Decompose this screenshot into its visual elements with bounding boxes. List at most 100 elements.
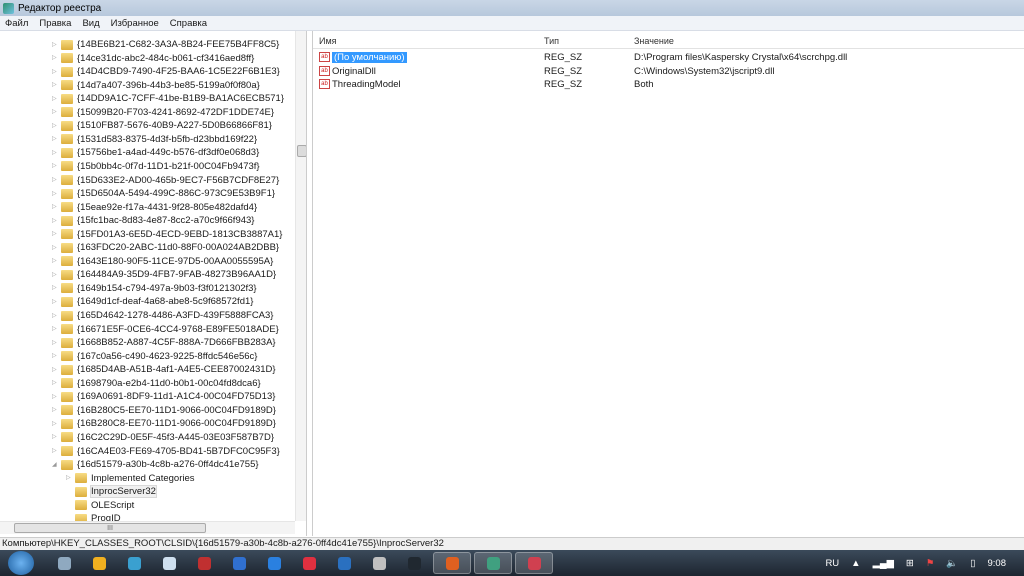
tree-key[interactable]: ◢ {16d51579-a30b-4c8b-a276-0ff4dc41e755} [52, 458, 259, 471]
values-list[interactable]: Имя Тип Значение ab (По умолчанию) REG_SZ D… [312, 31, 1024, 536]
taskbar-calculator-button[interactable] [153, 552, 185, 574]
taskbar-app9-button[interactable] [328, 552, 360, 574]
key-tree[interactable]: ▷ {14BE6B21-C682-3A3A-8B24-FEE75B4FF8C5} ▷… [0, 31, 307, 536]
expand-icon[interactable]: ▷ [52, 380, 58, 386]
expand-icon[interactable]: ▷ [52, 299, 58, 305]
tree-key[interactable]: ▷ {163FDC20-2ABC-11d0-88F0-00A024AB2DBB} [52, 241, 279, 254]
start-button[interactable] [8, 551, 34, 575]
expand-icon[interactable]: ▷ [52, 448, 58, 454]
column-value[interactable]: Значение [634, 36, 674, 46]
expand-icon[interactable]: ▷ [52, 82, 58, 88]
tree-horizontal-scrollbar[interactable]: III [0, 521, 295, 534]
expand-icon[interactable]: ▷ [52, 313, 58, 319]
tree-key[interactable]: ▷ {15eae92e-f17a-4431-9f28-805e482dafd4} [52, 201, 257, 214]
expand-icon[interactable]: ▷ [66, 475, 72, 481]
expand-icon[interactable]: ▷ [52, 150, 58, 156]
expand-icon[interactable]: ▷ [52, 109, 58, 115]
taskbar-regedit-button[interactable] [474, 552, 512, 574]
expand-icon[interactable]: ▷ [52, 434, 58, 440]
tree-key[interactable]: ▷ {14d7a407-396b-44b3-be85-5199a0f0f80a} [52, 79, 260, 92]
tree-key[interactable]: ▷ {16B280C8-EE70-11D1-9066-00C04FD9189D} [52, 417, 276, 430]
network-icon[interactable]: ▂▄▆ [873, 558, 894, 569]
tree-key[interactable]: ▷ {164484A9-35D9-4FB7-9FAB-48273B96AA1D} [52, 268, 276, 281]
tree-key[interactable]: ▷ {15D6504A-5494-499C-886C-973C9E53B9F1} [52, 187, 275, 200]
tree-key[interactable]: ▷ {1510FB87-5676-40B9-A227-5D0B66866F81} [52, 119, 272, 132]
expand-icon[interactable]: ▷ [52, 96, 58, 102]
tree-vertical-scrollbar[interactable] [295, 31, 306, 521]
tree-key[interactable]: ▷ {167c0a56-c490-4623-9225-8ffdc546e56c} [52, 350, 257, 363]
taskbar-firefox-button[interactable] [433, 552, 471, 574]
taskbar-app10-button[interactable] [363, 552, 395, 574]
expand-icon[interactable]: ▷ [52, 42, 58, 48]
tree-key[interactable]: ▷ {165D4642-1278-4486-A3FD-439F5888FCA3} [52, 309, 273, 322]
taskbar-app3-button[interactable] [118, 552, 150, 574]
expand-icon[interactable]: ▷ [52, 285, 58, 291]
expand-icon[interactable]: ▷ [52, 272, 58, 278]
taskbar-outlook-button[interactable] [83, 552, 115, 574]
tree-key[interactable]: ▷ {1649b154-c794-497a-9b03-f3f0121302f3} [52, 282, 257, 295]
flag-icon[interactable]: ⚑ [926, 558, 935, 569]
tree-key[interactable]: ▷ {15b0bb4c-0f7d-11D1-b21f-00C04Fb9473f} [52, 160, 260, 173]
tree-subkey[interactable]: ▷ Implemented Categories [66, 472, 195, 485]
taskbar-explorer-button[interactable] [48, 552, 80, 574]
clock[interactable]: 9:08 [988, 558, 1007, 569]
windows-icon[interactable]: ⊞ [906, 558, 914, 569]
scroll-thumb[interactable]: III [14, 523, 206, 533]
collapse-icon[interactable]: ◢ [52, 462, 58, 468]
menu-view[interactable]: Вид [82, 18, 99, 29]
expand-icon[interactable]: ▷ [52, 191, 58, 197]
tree-subkey[interactable]: InprocServer32 [66, 485, 157, 499]
taskbar-itunes-button[interactable] [293, 552, 325, 574]
tree-key[interactable]: ▷ {16C2C29D-0E5F-45f3-A445-03E03F587B7D} [52, 431, 274, 444]
expand-icon[interactable]: ▷ [52, 245, 58, 251]
value-row[interactable]: ab (По умолчанию) REG_SZ D:\Program files\K… [313, 51, 1024, 64]
taskbar-app6-button[interactable] [223, 552, 255, 574]
tree-key[interactable]: ▷ {16B280C5-EE70-11D1-9066-00C04FD9189D} [52, 404, 276, 417]
tray-expand-icon[interactable]: ▲ [851, 558, 860, 569]
taskbar-lightroom-button[interactable] [398, 552, 430, 574]
scroll-thumb[interactable] [297, 145, 306, 157]
column-name[interactable]: Имя [319, 36, 337, 46]
value-row[interactable]: ab ThreadingModel REG_SZ Both [313, 78, 1024, 91]
volume-icon[interactable]: 🔈 [946, 558, 958, 569]
expand-icon[interactable]: ▷ [52, 231, 58, 237]
taskbar-app14-button[interactable] [515, 552, 553, 574]
tree-key[interactable]: ▷ {16671E5F-0CE6-4CC4-9768-E89FE5018ADE} [52, 323, 279, 336]
expand-icon[interactable]: ▷ [52, 55, 58, 61]
expand-icon[interactable]: ▷ [52, 394, 58, 400]
tree-key[interactable]: ▷ {15D633E2-AD00-465b-9EC7-F56B7CDF8E27} [52, 174, 279, 187]
tree-key[interactable]: ▷ {1698790a-e2b4-11d0-b0b1-00c04fd8dca6} [52, 377, 261, 390]
expand-icon[interactable]: ▷ [52, 407, 58, 413]
expand-icon[interactable]: ▷ [52, 340, 58, 346]
tree-key[interactable]: ▷ {15fc1bac-8d83-4e87-8cc2-a70c9f66f943} [52, 214, 254, 227]
tree-key[interactable]: ▷ {1685D4AB-A51B-4af1-A4E5-CEE87002431D} [52, 363, 276, 376]
expand-icon[interactable]: ▷ [52, 177, 58, 183]
menu-file[interactable]: Файл [5, 18, 28, 29]
expand-icon[interactable]: ▷ [52, 218, 58, 224]
menu-favorites[interactable]: Избранное [111, 18, 159, 29]
menu-edit[interactable]: Правка [39, 18, 71, 29]
expand-icon[interactable]: ▷ [52, 258, 58, 264]
taskbar-internet-explorer-button[interactable] [258, 552, 290, 574]
tree-subkey[interactable]: OLEScript [66, 499, 134, 512]
tree-key[interactable]: ▷ {15756be1-a4ad-449c-b576-df3df0e068d3} [52, 146, 259, 159]
tree-key[interactable]: ▷ {1668B852-A887-4C5F-888A-7D666FBB283A} [52, 336, 276, 349]
expand-icon[interactable]: ▷ [52, 69, 58, 75]
tree-key[interactable]: ▷ {14D4CBD9-7490-4F25-BAA6-1C5E22F6B1E3} [52, 65, 280, 78]
column-type[interactable]: Тип [544, 36, 559, 46]
expand-icon[interactable]: ▷ [52, 163, 58, 169]
tree-key[interactable]: ▷ {1643E180-90F5-11CE-97D5-00AA0055595A} [52, 255, 273, 268]
expand-icon[interactable]: ▷ [52, 204, 58, 210]
tree-key[interactable]: ▷ {15099B20-F703-4241-8692-472DF1DDE74E} [52, 106, 274, 119]
expand-icon[interactable]: ▷ [52, 326, 58, 332]
tree-key[interactable]: ▷ {16CA4E03-FE69-4705-BD41-5B7DFC0C95F3} [52, 445, 280, 458]
tree-key[interactable]: ▷ {14BE6B21-C682-3A3A-8B24-FEE75B4FF8C5} [52, 38, 279, 51]
expand-icon[interactable]: ▷ [52, 136, 58, 142]
tree-key[interactable]: ▷ {15FD01A3-6E5D-4ECD-9EBD-1813CB3887A1} [52, 228, 282, 241]
expand-icon[interactable]: ▷ [52, 353, 58, 359]
language-indicator[interactable]: RU [825, 558, 839, 569]
expand-icon[interactable]: ▷ [52, 123, 58, 129]
battery-icon[interactable]: ▯ [970, 558, 975, 569]
tree-key[interactable]: ▷ {1649d1cf-deaf-4a68-abe8-5c9f68572fd1} [52, 295, 253, 308]
expand-icon[interactable]: ▷ [52, 421, 58, 427]
